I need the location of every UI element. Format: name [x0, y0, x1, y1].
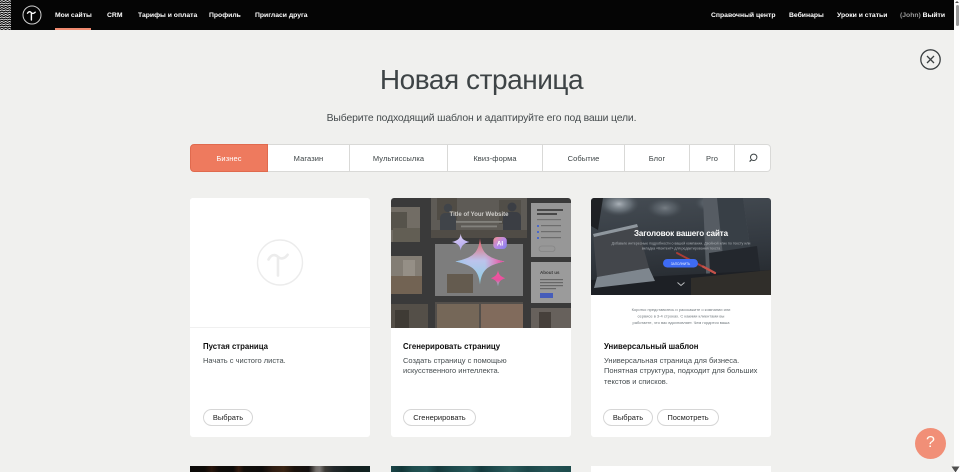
svg-text:Коротко представьтесь и расска: Коротко представьтесь и расскажите о ком… — [632, 307, 731, 312]
svg-text:вкладка «Контент» для редактир: вкладка «Контент» для редактирования тек… — [642, 247, 721, 251]
svg-text:Добавьте интересные подробност: Добавьте интересные подробности о вашей … — [612, 242, 751, 246]
svg-text:ЗАПОЛНИТЬ: ЗАПОЛНИТЬ — [671, 262, 690, 266]
svg-text:AI: AI — [496, 241, 503, 248]
svg-text:сервисе в 3-4 строках. С каким: сервисе в 3-4 строках. С какими клиентам… — [638, 314, 725, 319]
svg-text:Заголовок вашего сайта: Заголовок вашего сайта — [634, 229, 729, 238]
svg-text:компания, какие у неё ценности: компания, какие у неё ценности. — [651, 327, 712, 329]
svg-text:работаете, что вас вдохновляет: работаете, что вас вдохновляет. Чем горд… — [633, 320, 731, 325]
